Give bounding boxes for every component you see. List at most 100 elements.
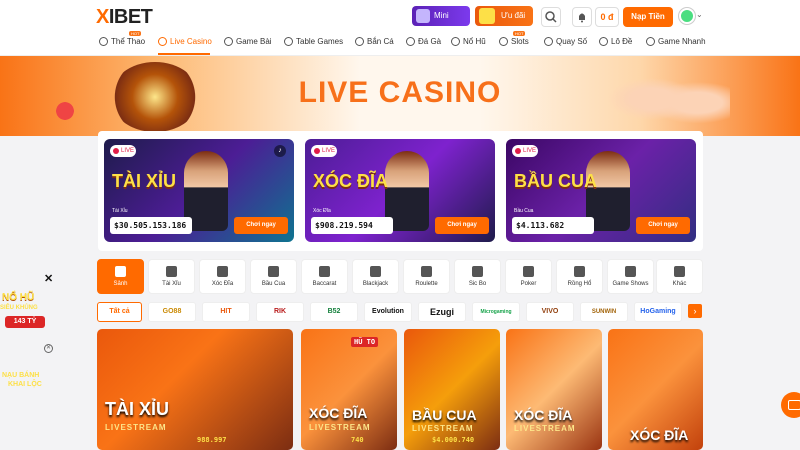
nav-item-sports[interactable]: Thể Thao HOT xyxy=(99,31,145,46)
tab-blackjack[interactable]: Blackjack xyxy=(352,259,399,294)
lobby-icon xyxy=(115,266,126,277)
fish-icon xyxy=(355,37,364,46)
jackpot-amount: $4.000.740 xyxy=(432,436,475,444)
close-icon[interactable]: ✕ xyxy=(44,344,53,353)
play-now-button[interactable]: Chơi ngay xyxy=(234,217,288,234)
nav-item-lottery-draw[interactable]: Quay Số xyxy=(544,37,587,46)
casino-icon xyxy=(158,37,167,46)
tab-bau-cua[interactable]: Bầu Cua xyxy=(250,259,297,294)
card-subtitle: Xóc Đĩa xyxy=(313,208,331,214)
game-subtitle: LIVESTREAM xyxy=(412,424,474,433)
chat-icon[interactable] xyxy=(781,392,800,418)
gamepad-icon xyxy=(416,9,430,23)
game-subtitle: LIVESTREAM xyxy=(105,423,167,432)
game-tile-xoc-dia[interactable]: HŨ TO XÓC ĐĨA LIVESTREAM 740 xyxy=(301,329,397,450)
main-nav: Thể Thao HOT Live Casino Game Bài Table G… xyxy=(0,31,800,56)
bell-icon xyxy=(579,13,585,23)
nav-item-slots[interactable]: Slots HOT xyxy=(499,31,529,46)
promotions-button[interactable]: Ưu đãi xyxy=(475,6,533,26)
provider-hit[interactable]: HIT xyxy=(202,302,250,322)
poker-icon xyxy=(523,266,534,277)
lightning-icon xyxy=(646,37,655,46)
provider-rik[interactable]: RIK xyxy=(256,302,304,322)
card-icon xyxy=(370,266,381,277)
card-subtitle: Bầu Cua xyxy=(514,208,534,214)
live-badge: LIVE xyxy=(311,145,337,157)
hot-badge: HOT xyxy=(129,31,142,36)
play-now-button[interactable]: Chơi ngay xyxy=(435,217,489,234)
jackpot-amount: 740 xyxy=(351,436,364,444)
game-tile-bau-cua[interactable]: BẦU CUA LIVESTREAM $4.000.740 xyxy=(404,329,500,450)
play-now-button[interactable]: Chơi ngay xyxy=(636,217,690,234)
event-promo-widget[interactable]: NẠU BÁNH KHAI LỘC xyxy=(0,350,48,400)
game-title: XÓC ĐĨA xyxy=(309,405,368,421)
featured-card-xoc-dia[interactable]: LIVE XÓC ĐĨA Xóc Đĩa $908.219.594 Chơi n… xyxy=(305,139,495,242)
hot-badge: HOT xyxy=(513,31,526,36)
card-subtitle: Tài Xỉu xyxy=(112,208,128,214)
jackpot-amount: $908.219.594 xyxy=(311,217,393,234)
provider-all[interactable]: Tất cả xyxy=(97,302,142,322)
provider-filter: Tất cả GO88 HIT RIK B52 Evolution Ezugi … xyxy=(97,302,703,322)
active-tab-indicator xyxy=(158,53,210,55)
provider-sunwin[interactable]: SUNWIN xyxy=(580,302,628,322)
jackpot-amount: 988.997 xyxy=(197,436,227,444)
tab-tai-xiu[interactable]: Tài Xỉu xyxy=(148,259,195,294)
featured-card-bau-cua[interactable]: LIVE BẦU CUA Bầu Cua $4.113.682 Chơi nga… xyxy=(506,139,696,242)
notification-button[interactable] xyxy=(572,7,592,27)
tab-poker[interactable]: Poker xyxy=(505,259,552,294)
roulette-icon xyxy=(421,266,432,277)
tab-roulette[interactable]: Roulette xyxy=(403,259,450,294)
tab-sic-bo[interactable]: Sic Bo xyxy=(454,259,501,294)
game-title: BẦU CUA xyxy=(412,407,477,423)
tab-lobby[interactable]: Sảnh xyxy=(97,259,144,294)
featured-games: LIVE ♪ TÀI XỈU Tài Xỉu $30.505.153.186 C… xyxy=(98,131,703,251)
tab-baccarat[interactable]: Baccarat xyxy=(301,259,348,294)
nav-item-fishing[interactable]: Bắn Cá xyxy=(355,37,394,46)
crab-icon xyxy=(268,266,279,277)
provider-vivo[interactable]: VIVO xyxy=(526,302,574,322)
tab-rong-ho[interactable]: Rồng Hổ xyxy=(556,259,603,294)
nav-item-live-casino[interactable]: Live Casino xyxy=(158,37,212,46)
nav-item-quick-games[interactable]: Game Nhanh xyxy=(646,37,706,46)
game-tile-xoc-dia-2[interactable]: XÓC ĐĨA LIVESTREAM xyxy=(506,329,602,450)
nav-item-lo-de[interactable]: Lô Đề xyxy=(599,37,632,46)
nav-item-card-games[interactable]: Game Bài xyxy=(224,37,272,46)
chevron-right-icon[interactable]: › xyxy=(688,304,702,318)
lottery-icon xyxy=(544,37,553,46)
card-title: BẦU CUA xyxy=(514,171,597,191)
nav-item-table-games[interactable]: Table Games xyxy=(284,37,343,46)
game-tile-tai-xiu[interactable]: TÀI XỈU LIVESTREAM 988.997 xyxy=(97,329,293,450)
game-subtitle: LIVESTREAM xyxy=(309,423,371,432)
tab-game-shows[interactable]: Game Shows xyxy=(607,259,654,294)
logo[interactable]: XIBET xyxy=(96,6,153,29)
game-tile-xoc-dia-3[interactable]: XÓC ĐĨA xyxy=(608,329,703,450)
card-title: XÓC ĐĨA xyxy=(313,171,389,191)
nav-item-jackpot[interactable]: Nổ Hũ xyxy=(451,37,486,46)
provider-b52[interactable]: B52 xyxy=(310,302,358,322)
search-button[interactable] xyxy=(541,7,561,27)
avatar[interactable] xyxy=(679,8,695,24)
close-icon[interactable]: ✕ xyxy=(44,272,53,285)
provider-go88[interactable]: GO88 xyxy=(148,302,196,322)
speaker-icon[interactable]: ♪ xyxy=(274,145,286,157)
nav-item-cockfight[interactable]: Đá Gà xyxy=(406,37,441,46)
featured-card-tai-xiu[interactable]: LIVE ♪ TÀI XỈU Tài Xỉu $30.505.153.186 C… xyxy=(104,139,294,242)
chevron-down-icon[interactable]: ⌄ xyxy=(696,10,703,19)
provider-microgaming[interactable]: Microgaming xyxy=(472,302,520,322)
mini-game-button[interactable]: Mini Game xyxy=(412,6,470,40)
jackpot-amount: $4.113.682 xyxy=(512,217,594,234)
category-tabs: Sảnh Tài Xỉu Xóc Đĩa Bầu Cua Baccarat Bl… xyxy=(97,259,703,295)
cards-icon xyxy=(224,37,233,46)
top-bar: XIBET Mini Game Ưu đãi 0 đ Nạp Tiền ⌄ xyxy=(0,0,800,40)
game-subtitle: LIVESTREAM xyxy=(514,424,576,433)
tab-xoc-dia[interactable]: Xóc Đĩa xyxy=(199,259,246,294)
tab-other[interactable]: Khác xyxy=(656,259,703,294)
provider-hogaming[interactable]: HoGaming xyxy=(634,302,682,322)
sicbo-icon xyxy=(472,266,483,277)
sports-icon xyxy=(99,37,108,46)
deposit-button[interactable]: Nạp Tiền xyxy=(623,7,673,27)
provider-ezugi[interactable]: Ezugi xyxy=(418,302,466,322)
club-icon xyxy=(674,266,685,277)
provider-evolution[interactable]: Evolution xyxy=(364,302,412,322)
jackpot-icon xyxy=(451,37,460,46)
